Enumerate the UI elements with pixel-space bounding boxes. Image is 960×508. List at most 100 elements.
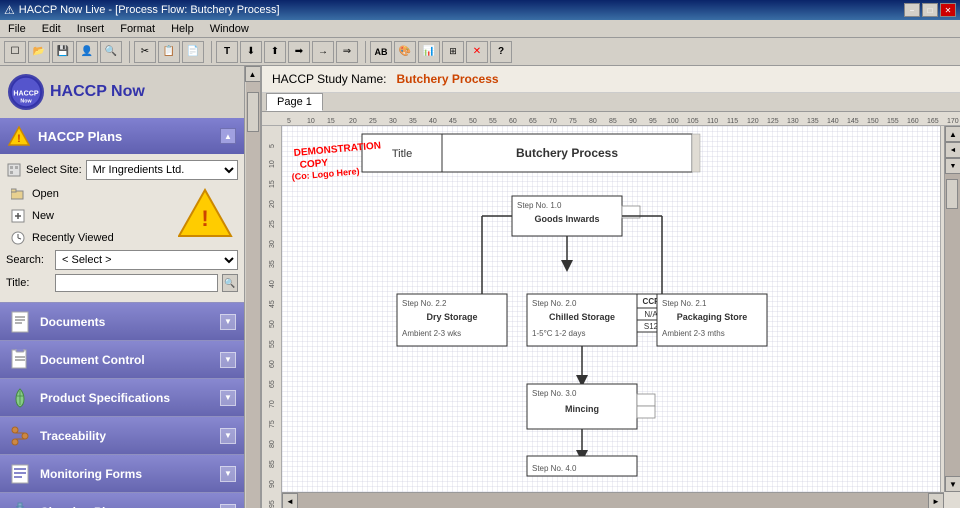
- svg-text:55: 55: [489, 118, 497, 125]
- hscroll-right-button[interactable]: ►: [928, 493, 944, 508]
- tb-search[interactable]: 🔍: [100, 41, 122, 63]
- tb-color[interactable]: 🎨: [394, 41, 416, 63]
- svg-text:165: 165: [927, 118, 939, 125]
- monforms-label: Monitoring Forms: [40, 467, 212, 481]
- recently-viewed-label[interactable]: Recently Viewed: [32, 232, 114, 244]
- svg-text:1-5°C 1-2 days: 1-5°C 1-2 days: [532, 329, 585, 338]
- scroll-thumb[interactable]: [247, 92, 259, 132]
- vscroll-nav-left[interactable]: ◄: [945, 142, 960, 158]
- svg-text:5: 5: [269, 144, 276, 148]
- svg-text:Step No. 1.0: Step No. 1.0: [517, 201, 562, 210]
- menu-file[interactable]: File: [4, 22, 30, 36]
- title-input[interactable]: [55, 274, 218, 292]
- trace-expand[interactable]: ▼: [220, 428, 236, 444]
- tb-down[interactable]: ⬇: [240, 41, 262, 63]
- prodspec-expand[interactable]: ▼: [220, 390, 236, 406]
- svg-text:Step No. 4.0: Step No. 4.0: [532, 464, 577, 473]
- vscroll-down-button[interactable]: ▼: [945, 476, 960, 492]
- nav-monitoring-forms[interactable]: Monitoring Forms ▼: [0, 454, 244, 492]
- svg-text:Now: Now: [20, 99, 32, 105]
- nav-documents[interactable]: Documents ▼: [0, 302, 244, 340]
- maximize-button[interactable]: □: [922, 3, 938, 17]
- tb-text[interactable]: T: [216, 41, 238, 63]
- svg-text:Goods Inwards: Goods Inwards: [534, 214, 599, 224]
- menu-insert[interactable]: Insert: [73, 22, 109, 36]
- svg-text:15: 15: [327, 118, 335, 125]
- hscroll-left-button[interactable]: ◄: [282, 493, 298, 508]
- open-row: Open: [6, 184, 172, 204]
- minimize-button[interactable]: −: [904, 3, 920, 17]
- svg-text:80: 80: [269, 440, 276, 448]
- site-select[interactable]: Mr Ingredients Ltd.: [86, 160, 238, 180]
- menu-window[interactable]: Window: [206, 22, 253, 36]
- title-bar: ⚠ HACCP Now Live - [Process Flow: Butche…: [0, 0, 960, 20]
- new-icon: [10, 208, 26, 224]
- tb-copy[interactable]: 📋: [158, 41, 180, 63]
- svg-text:Ambient 2-3 mths: Ambient 2-3 mths: [662, 329, 725, 338]
- hscroll-track: [298, 493, 928, 508]
- svg-text:!: !: [17, 133, 21, 145]
- tb-right3[interactable]: ⇒: [336, 41, 358, 63]
- nav-product-specifications[interactable]: Product Specifications ▼: [0, 378, 244, 416]
- svg-text:Step No. 2.1: Step No. 2.1: [662, 299, 707, 308]
- vscroll-nav-down[interactable]: ▼: [945, 158, 960, 174]
- tb-paste[interactable]: 📄: [182, 41, 204, 63]
- trace-icon: [8, 424, 32, 448]
- search-select[interactable]: < Select >: [55, 250, 238, 270]
- tb-grid[interactable]: ⊞: [442, 41, 464, 63]
- menu-bar: File Edit Insert Format Help Window: [0, 20, 960, 38]
- title-search-button[interactable]: 🔍: [222, 274, 238, 292]
- svg-text:!: !: [201, 206, 208, 231]
- search-label: Search:: [6, 254, 51, 266]
- new-label[interactable]: New: [32, 210, 54, 222]
- svg-text:Step No. 3.0: Step No. 3.0: [532, 389, 577, 398]
- close-button[interactable]: ✕: [940, 3, 956, 17]
- nav-cleaning-plans[interactable]: Cleaning Plans ▼: [0, 492, 244, 508]
- tab-bar: Page 1: [262, 93, 960, 112]
- menu-help[interactable]: Help: [167, 22, 198, 36]
- cleanplans-expand[interactable]: ▼: [220, 504, 236, 508]
- svg-text:25: 25: [369, 118, 377, 125]
- docctrl-label: Document Control: [40, 353, 212, 367]
- tb-cut[interactable]: ✂: [134, 41, 156, 63]
- scroll-up-button[interactable]: ▲: [245, 66, 261, 82]
- tb-help[interactable]: ?: [490, 41, 512, 63]
- new-row: New: [6, 206, 172, 226]
- vertical-scrollbar: ▲ ◄ ▼ ▼: [944, 126, 960, 492]
- tab-page1[interactable]: Page 1: [266, 93, 323, 111]
- menu-format[interactable]: Format: [116, 22, 159, 36]
- vscroll-thumb[interactable]: [946, 179, 958, 209]
- documents-expand[interactable]: ▼: [220, 314, 236, 330]
- svg-text:Dry Storage: Dry Storage: [426, 312, 477, 322]
- tb-ab[interactable]: AB: [370, 41, 392, 63]
- svg-text:50: 50: [269, 320, 276, 328]
- svg-text:Mincing: Mincing: [565, 404, 599, 414]
- tb-user[interactable]: 👤: [76, 41, 98, 63]
- tb-open[interactable]: 📂: [28, 41, 50, 63]
- svg-text:30: 30: [389, 118, 397, 125]
- haccp-plans-expand[interactable]: ▲: [220, 128, 236, 144]
- monforms-expand[interactable]: ▼: [220, 466, 236, 482]
- tb-new[interactable]: ☐: [4, 41, 26, 63]
- tb-chart[interactable]: 📊: [418, 41, 440, 63]
- left-panel: HACCP Now HACCP Now ! HACCP Plans: [0, 66, 262, 508]
- svg-text:25: 25: [269, 220, 276, 228]
- tb-save[interactable]: 💾: [52, 41, 74, 63]
- nav-traceability[interactable]: Traceability ▼: [0, 416, 244, 454]
- open-label[interactable]: Open: [32, 188, 59, 200]
- menu-edit[interactable]: Edit: [38, 22, 65, 36]
- nav-document-control[interactable]: Document Control ▼: [0, 340, 244, 378]
- tb-delete[interactable]: ✕: [466, 41, 488, 63]
- left-scrollbar: ▲ ▼: [244, 66, 260, 508]
- docctrl-expand[interactable]: ▼: [220, 352, 236, 368]
- svg-text:160: 160: [907, 118, 919, 125]
- tb-up[interactable]: ⬆: [264, 41, 286, 63]
- tb-right1[interactable]: ➡: [288, 41, 310, 63]
- plans-content: Select Site: Mr Ingredients Ltd.: [0, 154, 244, 302]
- cleanplans-label: Cleaning Plans: [40, 505, 212, 508]
- title-field-label: Title:: [6, 277, 51, 289]
- tb-right2[interactable]: →: [312, 41, 334, 63]
- diagram-content: Title Butchery Process DEMONSTRATION COP…: [282, 126, 960, 508]
- vscroll-up-button[interactable]: ▲: [945, 126, 960, 142]
- svg-text:155: 155: [887, 118, 899, 125]
